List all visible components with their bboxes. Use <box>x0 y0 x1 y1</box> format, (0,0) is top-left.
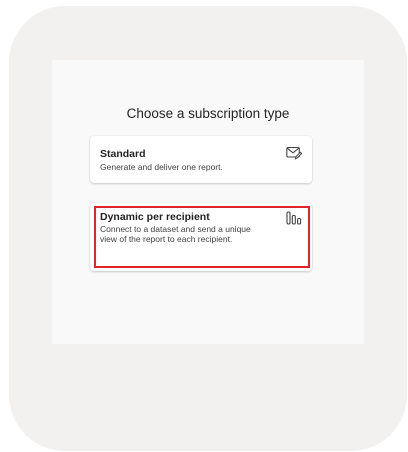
dialog-title: Choose a subscription type <box>126 106 290 121</box>
dynamic-per-recipient-option[interactable]: Dynamic per recipient Connect to a datas… <box>90 203 312 271</box>
mail-edit-icon <box>286 146 302 160</box>
option-description: Connect to a dataset and send a unique v… <box>100 224 251 244</box>
option-description: Generate and deliver one report. <box>100 162 223 172</box>
option-title: Standard <box>100 148 146 160</box>
bar-chart-icon <box>286 211 302 225</box>
subscription-type-dialog: Choose a subscription type Standard Gene… <box>52 60 364 344</box>
option-title: Dynamic per recipient <box>100 211 210 223</box>
standard-subscription-option[interactable]: Standard Generate and deliver one report… <box>90 136 312 183</box>
